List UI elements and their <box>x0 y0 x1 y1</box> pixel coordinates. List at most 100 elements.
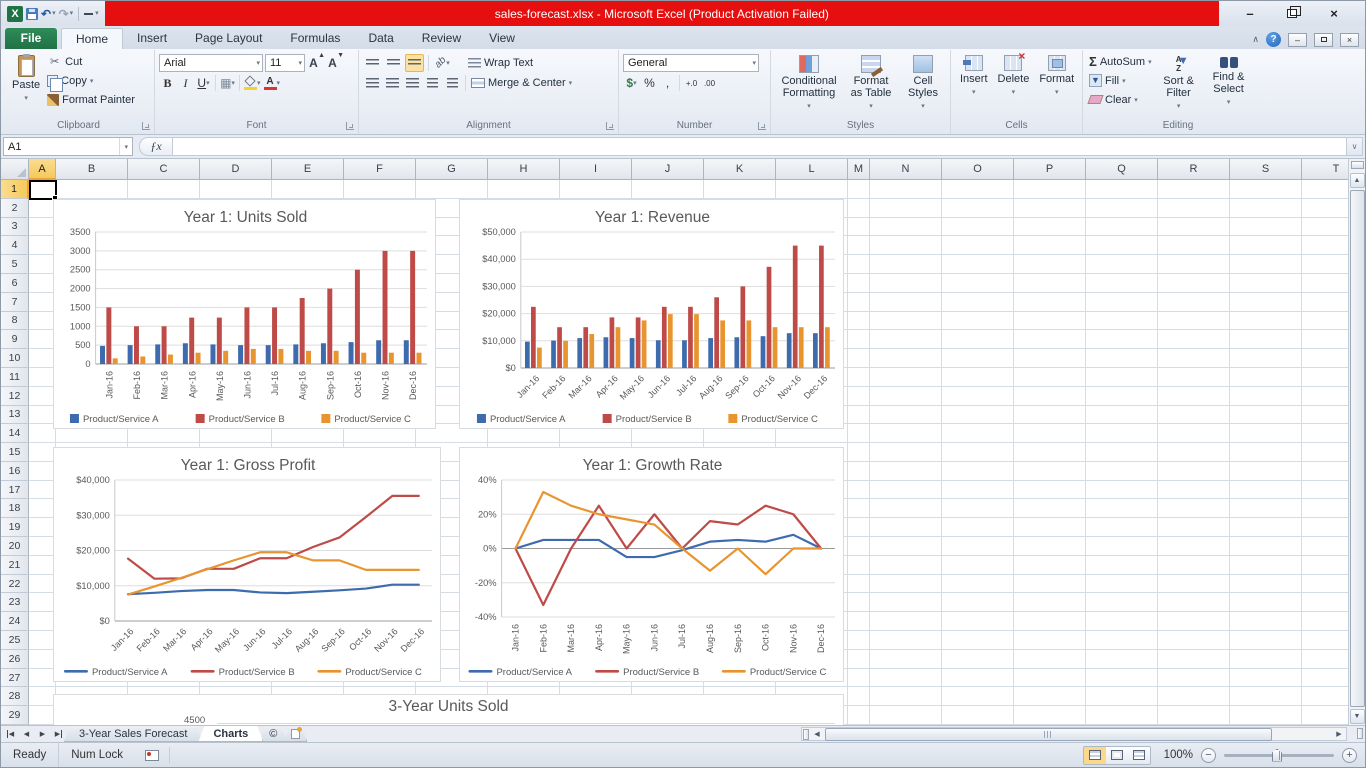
row-header-25[interactable]: 25 <box>1 631 29 650</box>
row-header-6[interactable]: 6 <box>1 274 29 293</box>
comma-style-button[interactable]: , <box>659 75 676 92</box>
tab-page-layout[interactable]: Page Layout <box>181 28 276 49</box>
workbook-close-button[interactable]: × <box>1340 33 1359 47</box>
column-header-F[interactable]: F <box>344 159 416 180</box>
row-header-7[interactable]: 7 <box>1 293 29 312</box>
find-select-button[interactable]: Find & Select▾ <box>1204 52 1254 112</box>
column-header-B[interactable]: B <box>56 159 128 180</box>
decrease-indent-button[interactable] <box>423 74 442 92</box>
row-header-24[interactable]: 24 <box>1 612 29 631</box>
row-header-3[interactable]: 3 <box>1 218 29 237</box>
scroll-left-button[interactable]: ◀ <box>810 728 824 741</box>
row-header-2[interactable]: 2 <box>1 199 29 218</box>
normal-view-button[interactable] <box>1084 747 1106 764</box>
borders-button[interactable]: ▦▾ <box>219 75 236 92</box>
tab-view[interactable]: View <box>475 28 529 49</box>
row-header-9[interactable]: 9 <box>1 330 29 349</box>
horizontal-scroll-thumb[interactable] <box>825 728 1272 741</box>
previous-sheet-button[interactable]: ◀ <box>19 728 34 741</box>
restore-button[interactable] <box>1275 6 1309 21</box>
select-all-button[interactable] <box>1 159 29 180</box>
column-header-G[interactable]: G <box>416 159 488 180</box>
bold-button[interactable]: B <box>159 75 176 92</box>
column-header-H[interactable]: H <box>488 159 560 180</box>
increase-decimal-button[interactable]: +.0 <box>683 75 700 92</box>
column-header-I[interactable]: I <box>560 159 632 180</box>
formula-input[interactable] <box>173 137 1347 156</box>
row-header-27[interactable]: 27 <box>1 669 29 688</box>
customize-qat-button[interactable]: ▾ <box>84 7 99 21</box>
chart-year-1-gross-profit[interactable]: Year 1: Gross Profit$0$10,000$20,000$30,… <box>53 447 441 682</box>
conditional-formatting-button[interactable]: Conditional Formatting▾ <box>775 52 843 116</box>
row-header-11[interactable]: 11 <box>1 368 29 387</box>
zoom-level[interactable]: 100% <box>1159 749 1193 761</box>
font-family-select[interactable]: Arial▾ <box>159 54 263 72</box>
chart-year-1-units-sold[interactable]: Year 1: Units Sold0500100015002000250030… <box>53 199 436 429</box>
undo-button[interactable]: ↶▾ <box>41 7 56 21</box>
column-header-D[interactable]: D <box>200 159 272 180</box>
column-header-P[interactable]: P <box>1014 159 1086 180</box>
row-header-21[interactable]: 21 <box>1 556 29 575</box>
zoom-slider-thumb[interactable] <box>1272 749 1282 762</box>
row-header-1[interactable]: 1 <box>1 180 29 199</box>
close-button[interactable]: × <box>1317 6 1351 21</box>
grow-font-button[interactable]: A▲ <box>307 54 324 71</box>
row-header-13[interactable]: 13 <box>1 406 29 425</box>
copy-button[interactable]: Copy▾ <box>45 71 137 90</box>
redo-button[interactable]: ↷▾ <box>59 7 74 21</box>
sheet-tab-3-year-sales-forecast[interactable]: 3-Year Sales Forecast <box>64 726 202 742</box>
zoom-slider[interactable] <box>1224 754 1334 757</box>
chart-year-1-growth-rate[interactable]: Year 1: Growth Rate-40%-20%0%20%40%Jan-1… <box>459 447 844 682</box>
scroll-down-button[interactable]: ▼ <box>1350 709 1365 724</box>
horizontal-split-handle[interactable] <box>803 729 809 740</box>
row-header-29[interactable]: 29 <box>1 706 29 725</box>
clear-button[interactable]: Clear▾ <box>1087 90 1154 109</box>
zoom-in-button[interactable]: + <box>1342 748 1357 763</box>
zoom-out-button[interactable]: − <box>1201 748 1216 763</box>
font-size-select[interactable]: 11▾ <box>265 54 305 72</box>
tab-file[interactable]: File <box>5 28 57 49</box>
row-header-5[interactable]: 5 <box>1 255 29 274</box>
horizontal-scrollbar[interactable]: ◀ ▶ <box>801 727 1347 741</box>
name-box-dropdown[interactable]: ▾ <box>119 138 128 155</box>
column-header-R[interactable]: R <box>1158 159 1230 180</box>
format-cells-button[interactable]: Format▾ <box>1034 52 1079 102</box>
row-header-26[interactable]: 26 <box>1 650 29 669</box>
sheet-tab-[interactable]: © <box>259 726 287 742</box>
number-format-select[interactable]: General▾ <box>623 54 759 72</box>
decrease-decimal-button[interactable]: .00 <box>701 75 718 92</box>
chart-year-1-revenue[interactable]: Year 1: Revenue$0$10,000$20,000$30,000$4… <box>459 199 844 429</box>
fill-button[interactable]: ▼Fill▾ <box>1087 71 1154 90</box>
autosum-button[interactable]: ΣAutoSum▾ <box>1087 52 1154 71</box>
formula-bar-expand-button[interactable]: ∨ <box>1347 137 1363 156</box>
minimize-button[interactable]: – <box>1233 6 1267 21</box>
row-header-8[interactable]: 8 <box>1 312 29 331</box>
column-header-C[interactable]: C <box>128 159 200 180</box>
column-header-S[interactable]: S <box>1230 159 1302 180</box>
insert-function-button[interactable]: ƒx <box>139 137 173 156</box>
horizontal-scroll-track[interactable] <box>824 728 1332 741</box>
column-header-L[interactable]: L <box>776 159 848 180</box>
row-header-16[interactable]: 16 <box>1 462 29 481</box>
cell-styles-button[interactable]: Cell Styles▾ <box>899 52 947 116</box>
column-header-O[interactable]: O <box>942 159 1014 180</box>
workbook-minimize-button[interactable]: – <box>1288 33 1307 47</box>
macro-record-icon[interactable] <box>145 750 159 761</box>
worksheet-grid[interactable]: ▲ ▼ ABCDEFGHIJKLMNOPQRST1234567891011121… <box>1 159 1365 725</box>
row-header-12[interactable]: 12 <box>1 387 29 406</box>
tab-split-handle[interactable] <box>1357 728 1363 739</box>
minimize-ribbon-button[interactable]: ∧ <box>1252 34 1259 45</box>
row-header-15[interactable]: 15 <box>1 443 29 462</box>
tab-insert[interactable]: Insert <box>123 28 181 49</box>
save-button[interactable] <box>26 8 38 20</box>
align-bottom-button[interactable] <box>405 54 424 72</box>
merge-center-button[interactable]: Merge & Center▾ <box>469 74 574 93</box>
name-box[interactable]: A1▾ <box>3 137 133 156</box>
vertical-scroll-thumb[interactable] <box>1350 190 1365 707</box>
next-sheet-button[interactable]: ▶ <box>35 728 50 741</box>
underline-button[interactable]: U▾ <box>195 75 212 92</box>
column-header-Q[interactable]: Q <box>1086 159 1158 180</box>
format-painter-button[interactable]: Format Painter <box>45 90 137 109</box>
tab-data[interactable]: Data <box>354 28 407 49</box>
selected-cell-A1[interactable] <box>29 180 57 200</box>
